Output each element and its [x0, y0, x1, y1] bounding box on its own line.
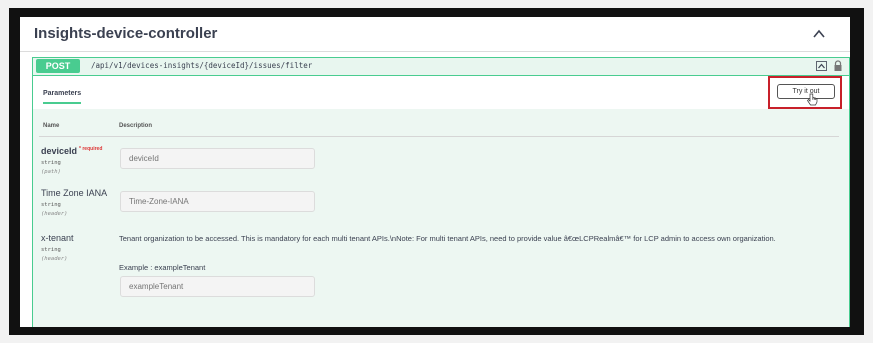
param-type: string [41, 160, 61, 166]
param-name: Time Zone IANA [41, 188, 108, 198]
column-name-header: Name [43, 123, 60, 129]
required-marker: * required [79, 146, 103, 152]
controller-title: Insights-device-controller [34, 25, 218, 42]
operation-summary[interactable]: POST /api/v1/devices-insights/{deviceId}… [33, 58, 849, 76]
parameters-table-header: Name Description [33, 118, 849, 138]
lock-icon[interactable] [833, 60, 843, 72]
deviceid-input[interactable] [120, 148, 315, 169]
chevron-up-icon[interactable] [812, 28, 826, 40]
try-it-out-button[interactable]: Try it out [777, 84, 835, 99]
controller-header[interactable]: Insights-device-controller [20, 17, 850, 52]
param-location: (header) [41, 256, 68, 262]
param-name: deviceId * required [41, 146, 103, 156]
param-location: (header) [41, 211, 68, 217]
hand-cursor-icon [807, 93, 818, 106]
param-example: Example : exampleTenant [119, 263, 206, 272]
param-type: string [41, 247, 61, 253]
parameters-section-header: Parameters Try it out [33, 76, 849, 109]
tab-parameters[interactable]: Parameters [43, 90, 82, 104]
x-tenant-input[interactable] [120, 276, 315, 297]
column-description-header: Description [119, 123, 153, 129]
param-name: x-tenant [41, 233, 74, 243]
swagger-panel: Insights-device-controller POST /api/v1/… [20, 17, 850, 327]
time-zone-input[interactable] [120, 191, 315, 212]
chevron-up-icon[interactable] [816, 61, 827, 71]
operation-block: POST /api/v1/devices-insights/{deviceId}… [32, 57, 850, 327]
operation-path: /api/v1/devices-insights/{deviceId}/issu… [91, 61, 313, 70]
param-description: Tenant organization to be accessed. This… [119, 234, 776, 243]
param-location: (path) [41, 169, 61, 175]
param-type: string [41, 202, 61, 208]
method-badge: POST [36, 59, 80, 73]
divider [39, 136, 839, 137]
